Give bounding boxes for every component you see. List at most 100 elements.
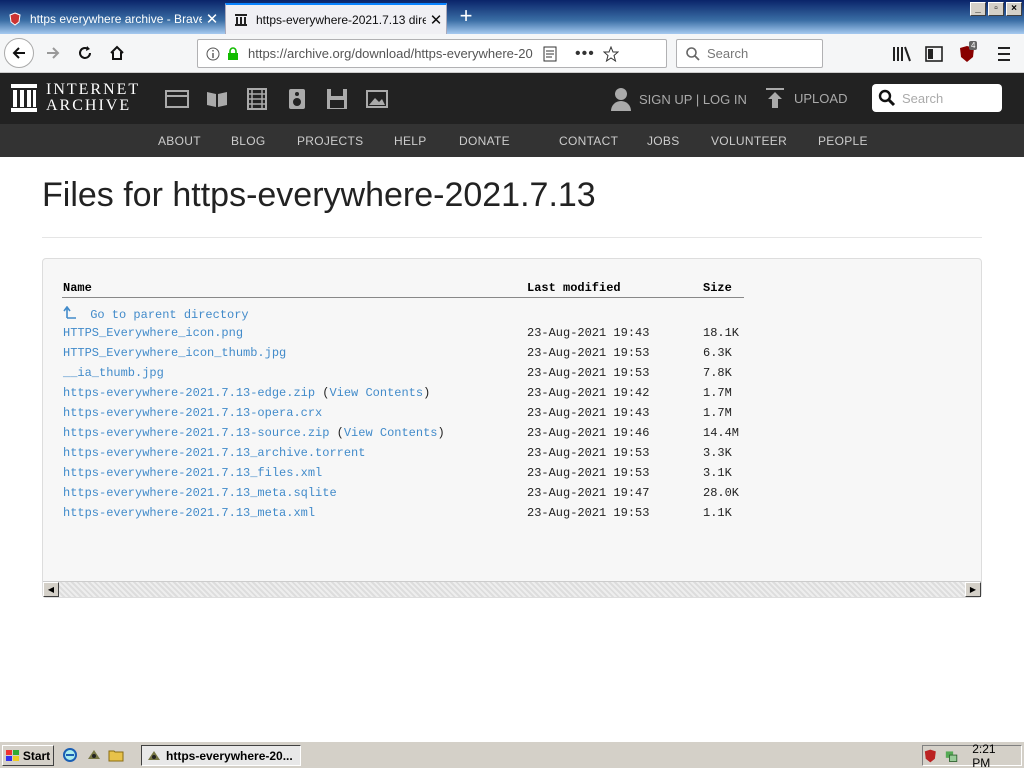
menu-icon[interactable] — [996, 45, 1012, 63]
up-arrow-icon — [63, 305, 76, 319]
file-link[interactable]: https-everywhere-2021.7.13_meta.xml — [63, 506, 315, 520]
library-icon[interactable] — [892, 45, 912, 63]
nav-blog[interactable]: BLOG — [231, 134, 266, 148]
taskbar-window-browser[interactable]: https-everywhere-20... — [141, 745, 301, 766]
ia-top-nav: ABOUT BLOG PROJECTS HELP DONATE CONTACT … — [0, 124, 1024, 269]
tab-brave[interactable]: https everywhere archive - Brave ✕ — [0, 3, 222, 34]
file-modified-cell: 23-Aug-2021 19:46 — [527, 426, 650, 440]
file-link[interactable]: https-everywhere-2021.7.13_archive.torre… — [63, 446, 365, 460]
forward-button[interactable] — [38, 38, 68, 68]
ia-logo[interactable]: INTERNET ARCHIVE — [10, 82, 140, 114]
file-modified-cell: 23-Aug-2021 19:42 — [527, 386, 650, 400]
header-underline — [62, 297, 744, 298]
file-size-cell: 1.7M — [703, 406, 732, 420]
file-modified-cell: 23-Aug-2021 19:53 — [527, 346, 650, 360]
video-icon[interactable] — [245, 88, 269, 110]
file-row: HTTPS_Everywhere_icon_thumb.jpg 23-Aug-20… — [0, 346, 1024, 366]
nav-donate[interactable]: DONATE — [459, 134, 510, 148]
url-text[interactable]: https://archive.org/download/https-every… — [248, 46, 533, 61]
paren: ( — [329, 426, 344, 440]
file-modified-cell: 23-Aug-2021 19:43 — [527, 406, 650, 420]
signup-login-link[interactable]: SIGN UP | LOG IN — [610, 87, 747, 111]
horizontal-scrollbar[interactable]: ◀ ▶ — [43, 581, 981, 597]
nav-contact[interactable]: CONTACT — [559, 134, 618, 148]
file-link[interactable]: https-everywhere-2021.7.13_files.xml — [63, 466, 322, 480]
restore-button[interactable]: ▫ — [988, 2, 1004, 16]
nav-about[interactable]: ABOUT — [158, 134, 201, 148]
windows-logo-icon — [5, 749, 19, 761]
images-icon[interactable] — [365, 88, 389, 110]
search-icon — [686, 46, 700, 61]
close-window-button[interactable]: × — [1006, 2, 1022, 16]
nav-volunteer[interactable]: VOLUNTEER — [711, 134, 787, 148]
folder-icon[interactable] — [108, 747, 124, 763]
bookmark-star-icon[interactable] — [602, 45, 619, 62]
address-bar[interactable]: https://archive.org/download/https-every… — [197, 39, 667, 68]
view-contents-link[interactable]: View Contents — [344, 426, 438, 440]
sidebar-icon[interactable] — [924, 45, 944, 63]
scroll-left-button[interactable]: ◀ — [43, 582, 59, 597]
file-link[interactable]: https-everywhere-2021.7.13_meta.sqlite — [63, 486, 337, 500]
tab-archive[interactable]: https-everywhere-2021.7.13 dire ✕ — [225, 3, 447, 34]
file-link[interactable]: __ia_thumb.jpg — [63, 366, 164, 380]
scroll-right-button[interactable]: ▶ — [965, 582, 981, 597]
file-link[interactable]: https-everywhere-2021.7.13-edge.zip — [63, 386, 315, 400]
file-link[interactable]: https-everywhere-2021.7.13-opera.crx — [63, 406, 322, 420]
nav-help[interactable]: HELP — [394, 134, 427, 148]
upload-link[interactable]: UPLOAD — [765, 87, 847, 109]
parent-directory-text: Go to parent directory — [90, 308, 249, 322]
tab-title: https everywhere archive - Brave — [30, 11, 202, 26]
home-button[interactable] — [102, 38, 132, 68]
column-header-size: Size — [703, 281, 732, 295]
reader-view-icon[interactable] — [543, 46, 557, 62]
signup-login-text: SIGN UP | LOG IN — [639, 91, 747, 107]
texts-icon[interactable] — [205, 88, 229, 110]
file-row: https-everywhere-2021.7.13_meta.sqlite 23… — [0, 486, 1024, 506]
start-button[interactable]: Start — [2, 745, 54, 766]
page-actions-icon[interactable]: ••• — [575, 45, 595, 63]
file-name-cell: https-everywhere-2021.7.13-edge.zip (Vie… — [63, 386, 430, 400]
file-row: https-everywhere-2021.7.13_meta.xml 23-Au… — [0, 506, 1024, 526]
nav-projects[interactable]: PROJECTS — [297, 134, 363, 148]
nav-people[interactable]: PEOPLE — [818, 134, 868, 148]
file-link[interactable]: https-everywhere-2021.7.13-source.zip — [63, 426, 329, 440]
browser-search-box[interactable]: Search — [676, 39, 823, 68]
internet-explorer-icon[interactable] — [62, 747, 78, 763]
parent-directory-row: Go to parent directory — [0, 305, 1024, 326]
back-button[interactable] — [4, 38, 34, 68]
program-shortcut-icon[interactable] — [86, 747, 102, 763]
start-label: Start — [22, 748, 51, 763]
parent-directory-link[interactable]: Go to parent directory — [63, 305, 249, 322]
archive-favicon-icon — [235, 13, 247, 26]
file-modified-cell: 23-Aug-2021 19:53 — [527, 446, 650, 460]
file-name-cell: https-everywhere-2021.7.13_archive.torre… — [63, 446, 365, 460]
software-icon[interactable] — [325, 88, 349, 110]
audio-icon[interactable] — [285, 88, 309, 110]
new-tab-button[interactable]: + — [455, 4, 477, 28]
info-icon[interactable] — [206, 47, 220, 61]
file-size-cell: 1.1K — [703, 506, 732, 520]
close-tab-icon[interactable]: ✕ — [202, 10, 222, 28]
file-link[interactable]: HTTPS_Everywhere_icon_thumb.jpg — [63, 346, 286, 360]
ia-search-input[interactable]: Search — [872, 84, 1002, 112]
reload-button[interactable] — [70, 38, 100, 68]
minimize-button[interactable]: _ — [970, 2, 986, 16]
view-contents-link[interactable]: View Contents — [329, 386, 423, 400]
browser-toolbar: https://archive.org/download/https-every… — [0, 34, 1024, 73]
lock-icon — [228, 46, 238, 60]
paren: ( — [315, 386, 330, 400]
file-size-cell: 14.4M — [703, 426, 740, 440]
file-row: https-everywhere-2021.7.13_archive.torre… — [0, 446, 1024, 466]
extension-badge: 4 — [969, 41, 978, 50]
file-name-cell: https-everywhere-2021.7.13_meta.xml — [63, 506, 315, 520]
archive-building-icon — [11, 84, 37, 112]
file-link[interactable]: HTTPS_Everywhere_icon.png — [63, 326, 243, 340]
nav-jobs[interactable]: JOBS — [647, 134, 680, 148]
user-icon — [611, 88, 631, 111]
close-tab-icon[interactable]: ✕ — [426, 11, 446, 29]
file-size-cell: 6.3K — [703, 346, 732, 360]
network-tray-icon[interactable] — [944, 748, 959, 764]
web-icon[interactable] — [165, 88, 189, 110]
file-size-cell: 18.1K — [703, 326, 740, 340]
shield-tray-icon[interactable] — [923, 748, 938, 764]
